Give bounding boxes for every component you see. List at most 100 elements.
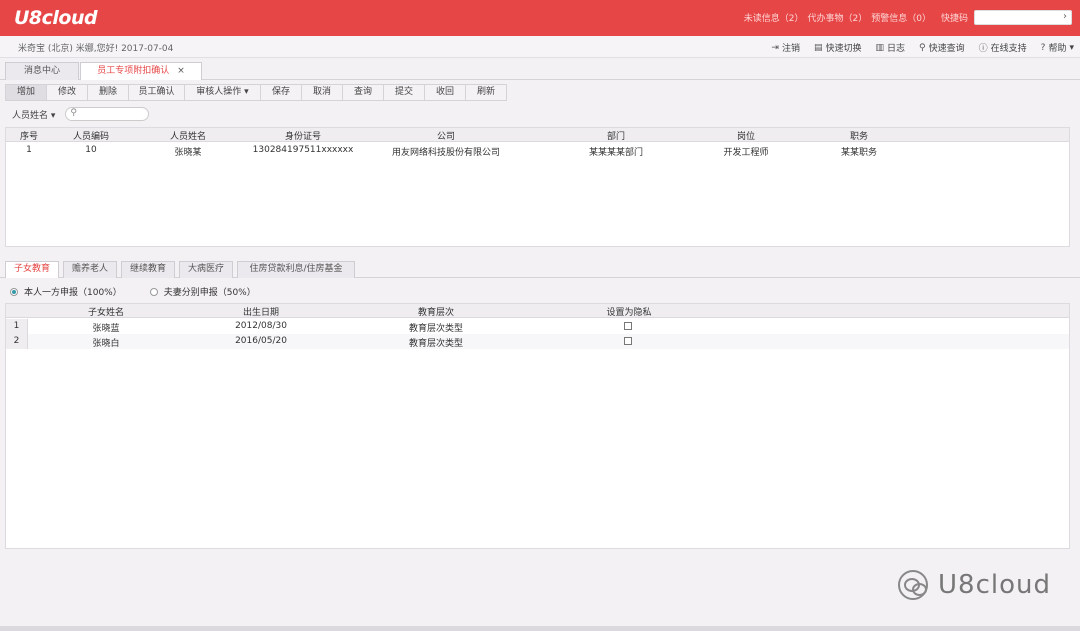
- filter-row: 人员姓名 ▾ ⚲: [12, 107, 150, 121]
- quickcode-label: 快捷码: [940, 14, 968, 24]
- radio-label: 本人一方申报（100%）: [24, 288, 122, 298]
- cell: 2016/05/20: [235, 336, 287, 346]
- tab-children-education[interactable]: 子女教育: [5, 261, 59, 278]
- save-button[interactable]: 保存: [260, 84, 302, 101]
- delete-button[interactable]: 删除: [87, 84, 129, 101]
- recall-button[interactable]: 收回: [424, 84, 466, 101]
- children-grid: 子女姓名 出生日期 教育层次 设置为隐私 1 张晓蓝 2012/08/30 教育…: [5, 303, 1070, 549]
- row-number: 1: [6, 319, 28, 334]
- col-header[interactable]: 公司: [426, 129, 466, 142]
- radio-label: 夫妻分别申报（50%）: [163, 288, 256, 298]
- cell: 1: [26, 145, 32, 155]
- add-button[interactable]: 增加: [5, 84, 47, 101]
- help-button[interactable]: ? 帮助 ▾: [1040, 41, 1074, 55]
- col-header[interactable]: 子女姓名: [81, 305, 131, 318]
- radio-unchecked-icon: [149, 287, 158, 296]
- deduction-category-tabs: 子女教育 赡养老人 继续教育 大病医疗 住房贷款利息/住房基金: [0, 260, 1080, 278]
- reviewer-ops-dropdown[interactable]: 审核人操作 ▾: [184, 84, 261, 101]
- logout-icon: ⇥: [771, 42, 779, 53]
- tab-elderly-support[interactable]: 赡养老人: [63, 261, 117, 278]
- search-icon: ⚲: [70, 108, 78, 118]
- log-label: 日志: [887, 44, 906, 54]
- col-header[interactable]: 岗位: [731, 129, 761, 142]
- edit-button[interactable]: 修改: [46, 84, 88, 101]
- cell: 130284197511xxxxxx: [252, 145, 354, 155]
- cell: 教育层次类型: [408, 339, 463, 349]
- query-button[interactable]: 查询: [342, 84, 384, 101]
- user-greeting: 米奇宝 (北京) 米娜,您好! 2017-07-04: [18, 44, 174, 54]
- top-links: 未读信息（2） 代办事物（2） 预警信息（0） 快捷码 ›: [740, 10, 1072, 25]
- info-bar: 米奇宝 (北京) 米娜,您好! 2017-07-04 ⇥ 注销 ▤ 快速切换 ▥…: [0, 36, 1080, 58]
- tab-serious-illness[interactable]: 大病医疗: [179, 261, 233, 278]
- watermark-text: U8cloud: [938, 570, 1051, 600]
- table-row[interactable]: 1 10 张晓某 130284197511xxxxxx 用友网络科技股份有限公司…: [6, 142, 1069, 158]
- quick-query-label: 快速查询: [928, 44, 965, 54]
- close-icon[interactable]: ×: [177, 66, 185, 76]
- logout-button[interactable]: ⇥ 注销: [771, 41, 800, 55]
- cell: 某某某某部门: [588, 148, 643, 158]
- quick-switch-label: 快速切换: [825, 44, 862, 54]
- col-header[interactable]: 人员姓名: [158, 129, 218, 142]
- row-number: 2: [6, 334, 28, 349]
- logout-label: 注销: [781, 44, 800, 54]
- page-tabs: 消息中心 员工专项附扣确认 ×: [0, 58, 1080, 80]
- online-support-label: 在线支持: [990, 44, 1027, 54]
- quickcode-input[interactable]: ›: [974, 10, 1072, 25]
- log-button[interactable]: ▥ 日志: [875, 41, 906, 55]
- table-row[interactable]: 2 张晓白 2016/05/20 教育层次类型: [6, 334, 1069, 349]
- col-header[interactable]: 教育层次: [411, 305, 461, 318]
- employee-confirm-button[interactable]: 员工确认: [128, 84, 185, 101]
- help-label: 帮助: [1048, 44, 1067, 54]
- chevron-down-icon: ▾: [50, 110, 56, 121]
- cancel-button[interactable]: 取消: [301, 84, 343, 101]
- help-icon: ?: [1040, 42, 1046, 53]
- tab-label: 员工专项附扣确认: [97, 66, 170, 76]
- tab-label: 消息中心: [23, 66, 60, 76]
- footer-divider: [0, 626, 1080, 631]
- cell: 10: [85, 145, 97, 155]
- col-header[interactable]: 人员编码: [66, 129, 116, 142]
- grid-header: 序号 人员编码 人员姓名 身份证号 公司 部门 岗位 职务: [6, 128, 1069, 142]
- app-logo[interactable]: U8cloud: [14, 7, 98, 29]
- wechat-icon: [898, 570, 928, 600]
- cell: 张晓蓝: [92, 324, 120, 334]
- quick-query-button[interactable]: ⚲ 快速查询: [919, 41, 965, 55]
- search-input[interactable]: ⚲: [65, 107, 150, 121]
- cell: 2012/08/30: [235, 321, 287, 331]
- chevron-down-icon: ▾: [1069, 42, 1074, 53]
- radio-split-50[interactable]: 夫妻分别申报（50%）: [149, 285, 256, 298]
- privacy-checkbox[interactable]: [624, 322, 632, 330]
- col-header[interactable]: 序号: [14, 129, 44, 142]
- cell: 某某职务: [840, 148, 877, 158]
- top-bar: U8cloud 未读信息（2） 代办事物（2） 预警信息（0） 快捷码 ›: [0, 0, 1080, 36]
- tab-continuing-education[interactable]: 继续教育: [121, 261, 175, 278]
- tab-message-center[interactable]: 消息中心: [5, 62, 79, 80]
- todo-link[interactable]: 代办事物（2）: [808, 11, 868, 24]
- document-icon: ▥: [875, 42, 885, 53]
- cell: 教育层次类型: [408, 324, 463, 334]
- quick-switch-button[interactable]: ▤ 快速切换: [814, 41, 862, 55]
- cell: 张晓白: [92, 339, 120, 349]
- top-actions: ⇥ 注销 ▤ 快速切换 ▥ 日志 ⚲ 快速查询 ⓘ 在线支持 ? 帮助 ▾: [757, 41, 1074, 55]
- person-name-filter[interactable]: 人员姓名 ▾: [12, 108, 55, 121]
- privacy-checkbox[interactable]: [624, 337, 632, 345]
- info-icon: ⓘ: [978, 44, 988, 54]
- online-support-button[interactable]: ⓘ 在线支持: [979, 41, 1027, 54]
- col-header[interactable]: 职务: [844, 129, 874, 142]
- col-header[interactable]: 部门: [601, 129, 631, 142]
- radio-self-100[interactable]: 本人一方申报（100%）: [10, 285, 122, 298]
- refresh-button[interactable]: 刷新: [465, 84, 507, 101]
- toolbar: 增加 修改 删除 员工确认 审核人操作 ▾ 保存 取消 查询 提交 收回 刷新: [5, 84, 507, 101]
- cell: 用友网络科技股份有限公司: [391, 148, 500, 158]
- col-header[interactable]: 出生日期: [236, 305, 286, 318]
- tab-employee-deduction-confirm[interactable]: 员工专项附扣确认 ×: [80, 62, 202, 80]
- col-header[interactable]: 设置为隐私: [604, 305, 654, 318]
- chevron-right-icon[interactable]: ›: [1063, 11, 1067, 22]
- unread-messages-link[interactable]: 未读信息（2）: [744, 11, 804, 24]
- table-row[interactable]: 1 张晓蓝 2012/08/30 教育层次类型: [6, 319, 1069, 334]
- employee-grid: 序号 人员编码 人员姓名 身份证号 公司 部门 岗位 职务 1 10 张晓某 1…: [5, 127, 1070, 247]
- submit-button[interactable]: 提交: [383, 84, 425, 101]
- tab-housing-loan[interactable]: 住房贷款利息/住房基金: [237, 261, 355, 278]
- alerts-link[interactable]: 预警信息（0）: [871, 11, 931, 24]
- col-header[interactable]: 身份证号: [268, 129, 338, 142]
